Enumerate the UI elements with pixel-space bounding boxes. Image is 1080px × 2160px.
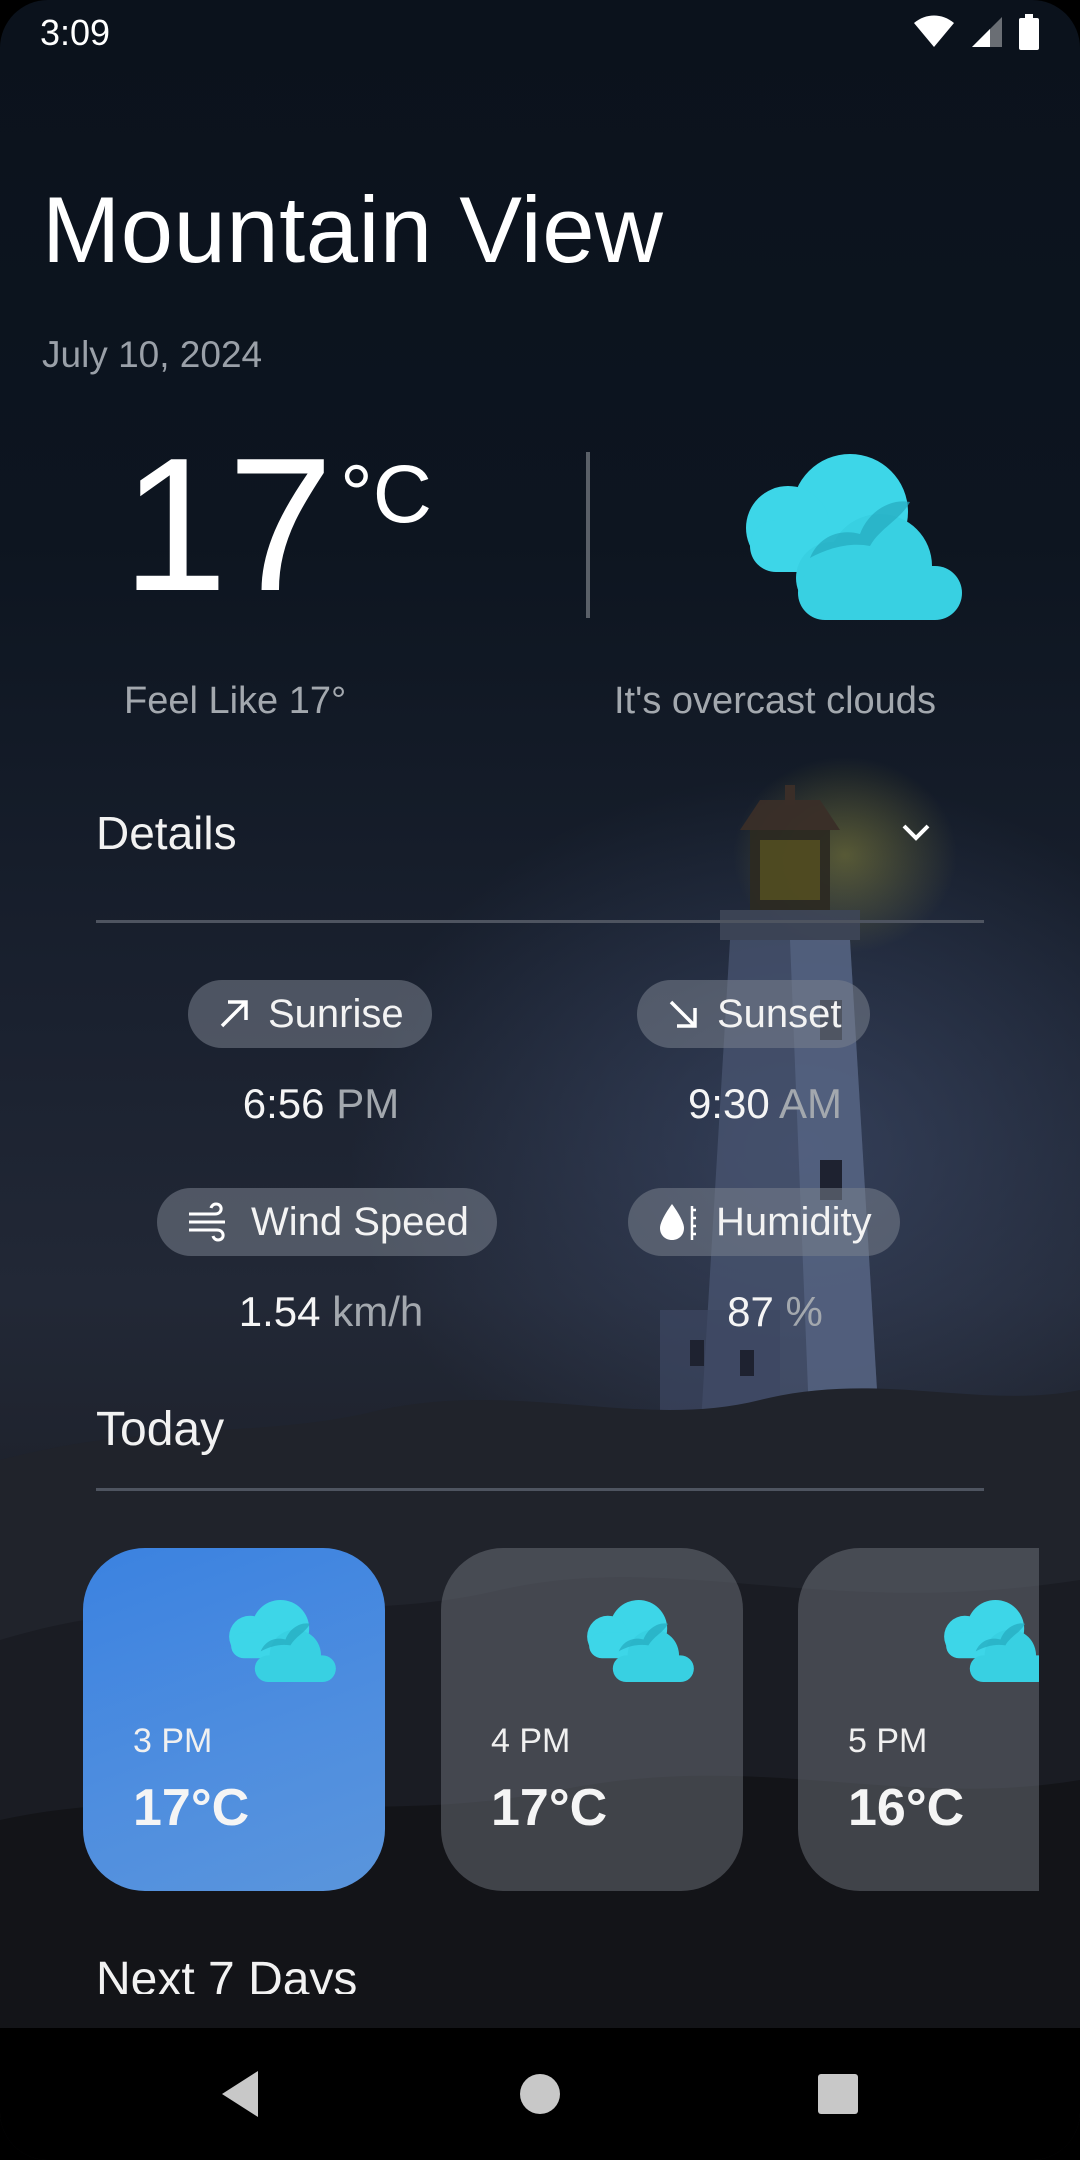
sunset-value: 9:30 AM (687, 1080, 843, 1127)
current-date: July 10, 2024 (42, 334, 263, 375)
arrow-down-right-icon (669, 1000, 697, 1028)
wind-speed-badge: Wind Speed (157, 1188, 497, 1256)
arrow-up-right-icon (220, 1000, 248, 1028)
home-circle-icon (520, 2074, 560, 2114)
hourly-card-clip: 5 PM 16°C (798, 1548, 1039, 1891)
details-toggle[interactable]: Details (96, 806, 984, 866)
details-divider (96, 920, 984, 923)
wifi-icon (914, 15, 954, 47)
hourly-card-5pm[interactable]: 5 PM 16°C (798, 1548, 1039, 1891)
next-7-days-title: Next 7 Days (96, 1953, 358, 1994)
cellular-signal-icon (972, 17, 1002, 47)
status-icons (912, 14, 1040, 50)
cloud-icon (229, 1599, 336, 1682)
hour-time: 3 PM (133, 1722, 213, 1760)
sunrise-value: 6:56 PM (242, 1080, 400, 1127)
wind-speed-value: 1.54 km/h (238, 1288, 424, 1335)
wind-speed-label: Wind Speed (251, 1199, 469, 1244)
wind-icon (189, 1202, 225, 1242)
humidity-badge: Humidity (628, 1188, 900, 1256)
hour-temperature: 17°C (133, 1779, 250, 1837)
chevron-down-icon (902, 824, 930, 841)
status-bar: 3:09 (0, 0, 1080, 66)
details-title: Details (96, 807, 237, 859)
status-time: 3:09 (40, 12, 111, 53)
sunrise-label: Sunrise (268, 991, 404, 1036)
recents-square-icon (818, 2074, 858, 2114)
cloud-icon (944, 1599, 1039, 1682)
today-divider (96, 1488, 984, 1491)
feels-like-text: Feel Like 17° (124, 680, 347, 722)
back-triangle-icon (222, 2071, 258, 2117)
humidity-drop-icon (660, 1204, 696, 1240)
temperature-unit: °C (340, 449, 433, 540)
cloud-icon (587, 1599, 694, 1682)
today-title: Today (96, 1403, 225, 1456)
humidity-value: 87 % (727, 1288, 823, 1335)
sunrise-badge: Sunrise (188, 980, 432, 1048)
cloud-icon (746, 454, 962, 620)
hour-time: 4 PM (491, 1722, 571, 1760)
home-button[interactable] (460, 2028, 620, 2160)
city-name: Mountain View (42, 177, 664, 282)
current-temperature: 17 (122, 419, 334, 631)
weather-description: It's overcast clouds (614, 680, 936, 722)
recents-button[interactable] (758, 2028, 918, 2160)
hourly-card-4pm[interactable]: 4 PM 17°C (441, 1548, 743, 1891)
hour-temperature: 17°C (491, 1779, 608, 1837)
vertical-divider (586, 452, 590, 618)
humidity-label: Humidity (716, 1199, 872, 1244)
weather-screen: 3:09 Mountain View July 10, 2024 17 °C F… (0, 0, 1080, 2160)
back-button[interactable] (160, 2028, 320, 2160)
sunset-badge: Sunset (637, 980, 870, 1048)
hour-temperature: 16°C (848, 1779, 965, 1837)
hourly-card-3pm[interactable]: 3 PM 17°C (83, 1548, 385, 1891)
hour-time: 5 PM (848, 1722, 928, 1760)
battery-icon (1019, 14, 1039, 50)
navigation-bar (0, 2028, 1080, 2160)
sunset-label: Sunset (717, 991, 842, 1036)
